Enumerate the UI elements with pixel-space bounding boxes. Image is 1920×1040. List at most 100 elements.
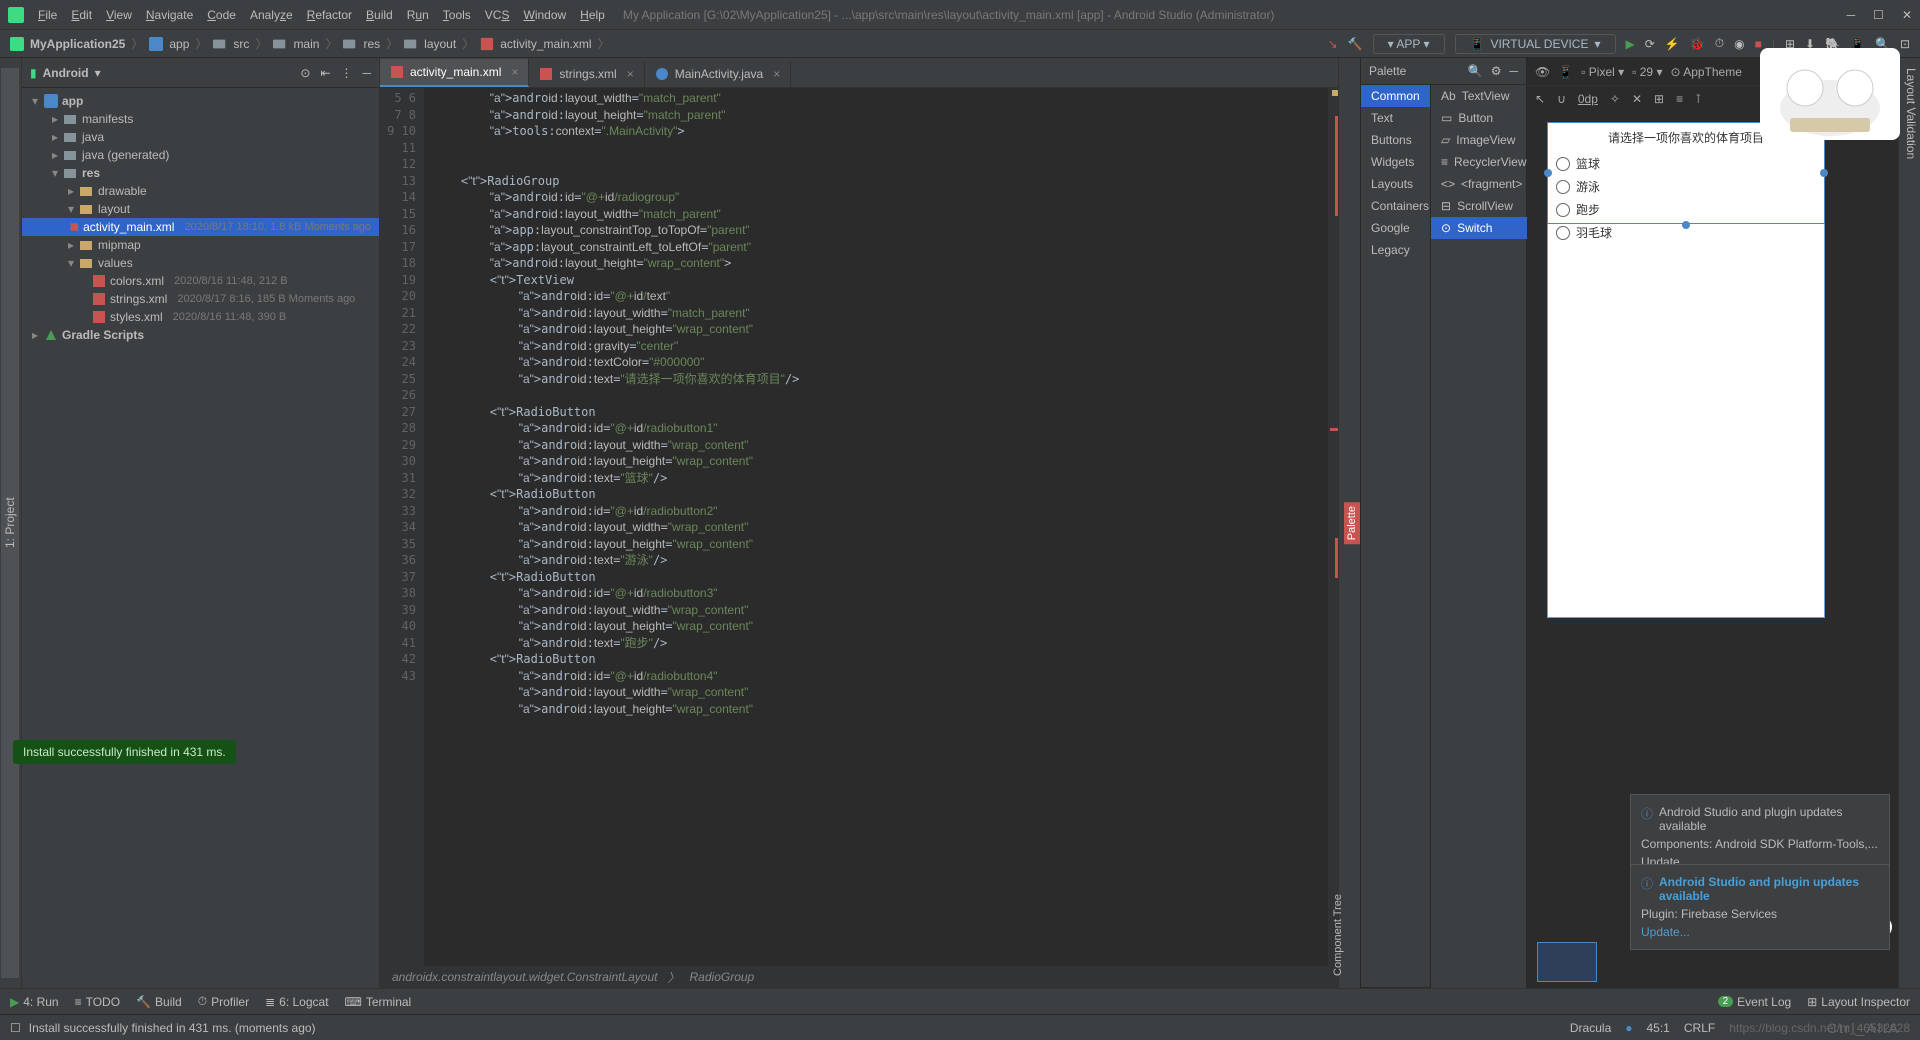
tree-layout[interactable]: layout <box>98 202 130 216</box>
palette-item-fragment[interactable]: <><fragment> <box>1431 173 1536 195</box>
palette-item-button[interactable]: ▭Button <box>1431 107 1536 129</box>
menu-edit[interactable]: Edit <box>65 4 98 26</box>
crumb-project[interactable]: MyApplication25 <box>30 37 125 51</box>
gear-icon[interactable]: ⚙ <box>1491 64 1502 78</box>
settings-icon[interactable]: ⊡ <box>1900 37 1910 51</box>
pack-icon[interactable]: ⊞ <box>1654 92 1664 106</box>
tree-java[interactable]: java <box>82 130 104 144</box>
maximize-icon[interactable]: ☐ <box>1873 8 1884 22</box>
palette-cat-common[interactable]: Common <box>1361 85 1430 107</box>
crumb-res[interactable]: res <box>363 37 380 51</box>
chevron-down-icon[interactable]: ▾ <box>95 66 101 80</box>
palette-cat-text[interactable]: Text <box>1361 107 1430 129</box>
tool-eventlog[interactable]: 2Event Log <box>1718 995 1792 1009</box>
palette-item-recyclerview[interactable]: ≡RecyclerView <box>1431 151 1536 173</box>
tree-mipmap[interactable]: mipmap <box>98 238 141 252</box>
magnet-icon[interactable]: ∪ <box>1557 92 1566 106</box>
menu-window[interactable]: Window <box>517 4 572 26</box>
palette-cat-buttons[interactable]: Buttons <box>1361 129 1430 151</box>
crumb-app[interactable]: app <box>169 37 189 51</box>
crumb-file[interactable]: activity_main.xml <box>500 37 591 51</box>
crumb-main[interactable]: main <box>293 37 319 51</box>
palette-item-switch[interactable]: ⊙Switch <box>1431 217 1536 239</box>
palette-item-imageview[interactable]: ▱ImageView <box>1431 129 1536 151</box>
crumb-src[interactable]: src <box>233 37 249 51</box>
tree-drawable[interactable]: drawable <box>98 184 147 198</box>
run-config-selector[interactable]: ▾ APP ▾ <box>1373 34 1445 54</box>
hide-icon[interactable]: ─ <box>1509 64 1518 78</box>
tree-app[interactable]: app <box>62 94 83 108</box>
code-minimap[interactable] <box>1328 88 1338 966</box>
tree-gradle[interactable]: Gradle Scripts <box>62 328 144 342</box>
device-pixel[interactable]: ▫ Pixel ▾ <box>1581 65 1624 79</box>
menu-file[interactable]: File <box>32 4 63 26</box>
tool-build[interactable]: 🔨Build <box>136 994 182 1009</box>
tree-styles[interactable]: styles.xml <box>110 310 163 324</box>
tree-res[interactable]: res <box>82 166 100 180</box>
close-icon[interactable]: ✕ <box>1902 8 1912 22</box>
margin-default[interactable]: 0dp <box>1578 92 1598 106</box>
path-radiogroup[interactable]: RadioGroup <box>690 970 755 984</box>
tree-strings[interactable]: strings.xml <box>110 292 167 306</box>
close-tab-icon[interactable]: × <box>627 67 634 81</box>
tree-manifests[interactable]: manifests <box>82 112 133 126</box>
theme-selector[interactable]: ⊙ AppTheme <box>1670 65 1741 79</box>
status-theme[interactable]: Dracula <box>1570 1021 1611 1035</box>
tab-palette[interactable]: Palette <box>1344 502 1360 544</box>
search-icon[interactable]: 🔍 <box>1468 64 1483 78</box>
menu-view[interactable]: View <box>100 4 138 26</box>
attach-icon[interactable]: ◉ <box>1734 37 1744 51</box>
project-tree[interactable]: ▾app ▸manifests ▸java ▸java (generated) … <box>22 88 379 988</box>
tool-profiler[interactable]: ⏱Profiler <box>198 994 249 1009</box>
tree-java-gen[interactable]: java (generated) <box>82 148 169 162</box>
align-icon[interactable]: ≡ <box>1676 92 1683 106</box>
profile-icon[interactable]: ⏱ <box>1715 36 1724 51</box>
clear-icon[interactable]: ✕ <box>1632 92 1642 106</box>
menu-code[interactable]: Code <box>201 4 242 26</box>
tab-mainactivity[interactable]: MainActivity.java× <box>645 61 792 87</box>
cursor-icon[interactable]: ↖ <box>1535 92 1545 106</box>
tab-strings[interactable]: strings.xml× <box>529 61 644 87</box>
wand-icon[interactable]: ✧ <box>1610 92 1620 106</box>
eye-icon[interactable]: 👁 <box>1535 65 1550 79</box>
guideline-icon[interactable]: ⊺ <box>1695 92 1701 106</box>
palette-cat-legacy[interactable]: Legacy <box>1361 239 1430 261</box>
back-icon[interactable]: ↘ <box>1328 37 1338 51</box>
palette-item-scrollview[interactable]: ⊟ScrollView <box>1431 195 1536 217</box>
orient-icon[interactable]: 📱 <box>1558 65 1573 79</box>
path-constraintlayout[interactable]: androidx.constraintlayout.widget.Constra… <box>392 970 658 984</box>
tool-todo[interactable]: ≡TODO <box>75 994 120 1009</box>
tab-component-tree[interactable]: Component Tree <box>1332 888 1344 982</box>
run-icon[interactable]: ▶ <box>1626 37 1635 51</box>
menu-tools[interactable]: Tools <box>437 4 477 26</box>
hide-icon[interactable]: ─ <box>362 66 371 80</box>
notif-link[interactable]: Update... <box>1641 925 1879 939</box>
tool-layout-inspector[interactable]: ⊞Layout Inspector <box>1807 995 1910 1009</box>
close-tab-icon[interactable]: × <box>773 67 780 81</box>
status-pos[interactable]: 45:1 <box>1647 1021 1670 1035</box>
palette-cat-containers[interactable]: Containers <box>1361 195 1430 217</box>
palette-cat-widgets[interactable]: Widgets <box>1361 151 1430 173</box>
project-view-selector[interactable]: Android <box>43 66 89 80</box>
menu-build[interactable]: Build <box>360 4 399 26</box>
line-gutter[interactable]: 5 6 7 8 9 10 11 12 13 14 15 16 17 18 19 … <box>380 88 424 966</box>
tool-terminal[interactable]: ⌨Terminal <box>345 994 412 1009</box>
close-tab-icon[interactable]: × <box>511 65 518 79</box>
target-icon[interactable]: ⊙ <box>300 66 310 80</box>
tab-layout-validation[interactable]: Layout Validation <box>1904 68 1918 978</box>
menu-navigate[interactable]: Navigate <box>140 4 199 26</box>
debug-icon[interactable]: 🐞 <box>1690 37 1705 51</box>
tab-project[interactable]: 1: Project <box>1 68 19 978</box>
api-level[interactable]: ▫ 29 ▾ <box>1632 65 1662 79</box>
menu-help[interactable]: Help <box>574 4 611 26</box>
hammer-icon[interactable]: 🔨 <box>1348 37 1363 51</box>
apply-changes-icon[interactable]: ⚡ <box>1665 37 1680 51</box>
crumb-layout[interactable]: layout <box>424 37 456 51</box>
minimize-icon[interactable]: ─ <box>1847 8 1856 22</box>
palette-cat-google[interactable]: Google <box>1361 217 1430 239</box>
device-selector[interactable]: 📱VIRTUAL DEVICE ▾ <box>1455 34 1616 54</box>
tool-logcat[interactable]: ≣6: Logcat <box>265 994 328 1009</box>
menu-analyze[interactable]: Analyze <box>244 4 299 26</box>
code-editor[interactable]: "a">android:layout_width="match_parent" … <box>424 88 1328 966</box>
tab-activity-main[interactable]: activity_main.xml× <box>380 59 529 87</box>
